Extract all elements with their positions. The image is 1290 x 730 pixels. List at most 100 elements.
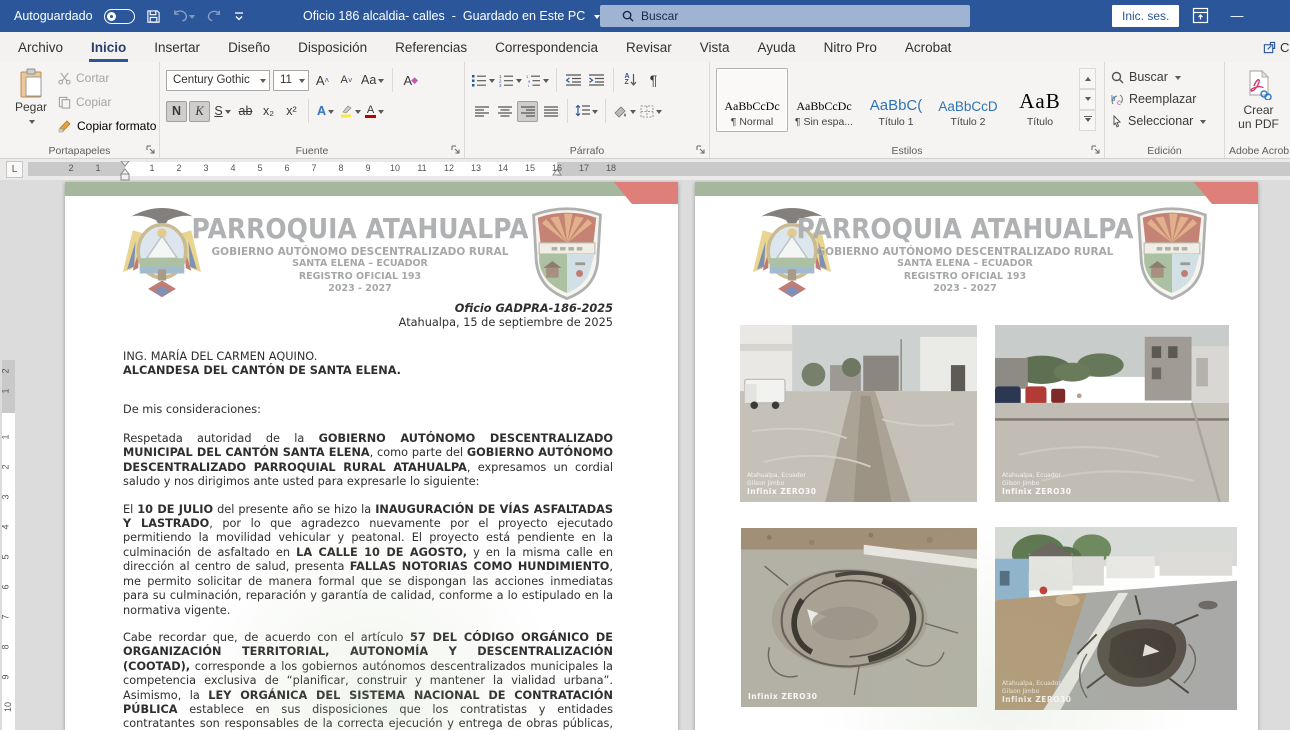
line-spacing-button[interactable] [574, 101, 599, 122]
style-sin-espaciado[interactable]: AaBbCcDc ¶ Sin espa... [788, 68, 860, 132]
sign-in-button[interactable]: Inic. ses. [1112, 5, 1179, 27]
photo-road-truck[interactable]: Atahualpa, Ecuador Gilson Jimbo Infinix … [740, 325, 977, 502]
share-button[interactable]: C [1263, 32, 1290, 62]
photo-watermark: Atahualpa, Ecuador Gilson Jimbo Infinix … [1002, 680, 1072, 704]
styles-scroll-up[interactable] [1079, 68, 1096, 89]
tab-ayuda[interactable]: Ayuda [744, 32, 810, 62]
clear-formatting-button[interactable]: A◆ [400, 70, 421, 91]
search-input[interactable]: Buscar [600, 5, 970, 27]
copy-button[interactable]: Copiar [58, 92, 156, 112]
find-button[interactable]: Buscar [1111, 66, 1220, 88]
style-preview: AaBbCcDc [724, 99, 779, 114]
redo-icon[interactable] [206, 9, 222, 23]
styles-more-button[interactable] [1079, 110, 1096, 131]
photo-street-cars[interactable]: Atahualpa, Ecuador Gilson Jimbo Infinix … [995, 325, 1229, 502]
increase-indent-button[interactable] [586, 70, 607, 91]
change-case-button[interactable]: Aa [360, 70, 385, 91]
bold-button[interactable]: N [166, 101, 187, 122]
horizontal-ruler[interactable]: 21123456789101112131415161718 [28, 162, 1290, 176]
photo-pothole-closeup[interactable]: Infinix ZERO30 [741, 528, 977, 707]
style-normal[interactable]: AaBbCcDc ¶ Normal [716, 68, 788, 132]
shrink-font-button[interactable]: A˅ [336, 70, 357, 91]
text-effects-button[interactable]: A [315, 101, 336, 122]
paragraph-dialog-launcher[interactable] [695, 144, 706, 155]
letter-body[interactable]: Oficio GADPRA-186-2025 Atahualpa, 15 de … [123, 302, 613, 730]
replace-button[interactable]: bc Reemplazar [1111, 88, 1220, 110]
styles-scroll-down[interactable] [1079, 89, 1096, 110]
page-2[interactable]: PARROQUIA ATAHUALPA GOBIERNO AUTÓNOMO DE… [695, 182, 1258, 730]
multilevel-list-button[interactable]: 1ai [525, 70, 550, 91]
styles-dialog-launcher[interactable] [1090, 144, 1101, 155]
paragraph-2[interactable]: El 10 DE JULIO del presente año se hizo … [123, 503, 613, 618]
shading-button[interactable] [612, 101, 637, 122]
font-size-select[interactable]: 11 [273, 70, 309, 91]
underline-glyph: S [214, 104, 222, 118]
group-parrafo: 123 1ai AZ ¶ Párrafo [465, 62, 710, 158]
oficio-reference[interactable]: Oficio GADPRA-186-2025 [123, 302, 613, 316]
align-right-button[interactable] [517, 101, 538, 122]
letterhead-line3: REGISTRO OFICIAL 193 [185, 271, 535, 284]
recipient-name[interactable]: ING. MARÍA DEL CARMEN AQUINO. [123, 350, 613, 364]
save-icon[interactable] [146, 9, 161, 24]
tab-acrobat[interactable]: Acrobat [891, 32, 966, 62]
tab-archivo[interactable]: Archivo [4, 32, 77, 62]
photo-road-edge-collapse[interactable]: Atahualpa, Ecuador Gilson Jimbo Infinix … [995, 527, 1237, 710]
tab-referencias[interactable]: Referencias [381, 32, 481, 62]
borders-button[interactable] [639, 101, 663, 122]
tab-inicio[interactable]: Inicio [77, 32, 140, 62]
show-paragraph-marks-button[interactable]: ¶ [643, 70, 664, 91]
undo-icon[interactable] [172, 9, 195, 23]
align-left-button[interactable] [471, 101, 492, 122]
tab-disposicion[interactable]: Disposición [284, 32, 381, 62]
strikethrough-button[interactable]: ab [235, 101, 256, 122]
tab-vista[interactable]: Vista [686, 32, 744, 62]
sort-button[interactable]: AZ [620, 70, 641, 91]
style-titulo-2[interactable]: AaBbCcD Título 2 [932, 68, 1004, 132]
italic-button[interactable]: K [189, 101, 210, 122]
create-pdf-button[interactable]: Crear un PDF [1231, 66, 1286, 131]
font-dialog-launcher[interactable] [450, 144, 461, 155]
style-titulo-1[interactable]: AaBbC( Título 1 [860, 68, 932, 132]
font-color-button[interactable]: A [364, 101, 385, 122]
cut-button[interactable]: Cortar [58, 68, 156, 88]
bullets-button[interactable] [471, 70, 496, 91]
paste-dropdown-icon[interactable] [29, 120, 35, 127]
underline-button[interactable]: S [212, 101, 233, 122]
clipboard-dialog-launcher[interactable] [145, 144, 156, 155]
customize-qat-icon[interactable] [233, 10, 245, 22]
tab-diseno[interactable]: Diseño [214, 32, 284, 62]
style-titulo[interactable]: AaB Título [1004, 68, 1076, 132]
align-center-button[interactable] [494, 101, 515, 122]
change-case-dropdown-icon [378, 79, 384, 86]
font-family-select[interactable]: Century Gothic [166, 70, 270, 91]
format-painter-button[interactable]: Copiar formato [58, 116, 156, 136]
subscript-button[interactable]: x₂ [258, 101, 279, 122]
tab-correspondencia[interactable]: Correspondencia [481, 32, 612, 62]
paragraph-3[interactable]: Cabe recordar que, de acuerdo con el art… [123, 631, 613, 730]
salutation[interactable]: De mis consideraciones: [123, 403, 613, 417]
paragraph-1[interactable]: Respetada autoridad de la GOBIERNO AUTÓN… [123, 432, 613, 490]
page-1[interactable]: PARROQUIA ATAHUALPA GOBIERNO AUTÓNOMO DE… [65, 182, 678, 730]
justify-button[interactable] [540, 101, 561, 122]
tab-insertar[interactable]: Insertar [140, 32, 214, 62]
undo-dropdown[interactable] [189, 15, 195, 22]
grow-font-button[interactable]: A˄ [312, 70, 333, 91]
select-button[interactable]: Seleccionar [1111, 110, 1220, 132]
numbering-button[interactable]: 123 [498, 70, 523, 91]
ribbon-display-options-icon[interactable] [1192, 7, 1209, 27]
format-painter-icon [58, 119, 72, 133]
date-line[interactable]: Atahualpa, 15 de septiembre de 2025 [123, 316, 613, 330]
autosave-toggle[interactable] [104, 9, 135, 24]
document-title[interactable]: Oficio 186 alcaldia- calles - Guardado e… [303, 0, 600, 32]
tab-stop-selector[interactable]: L [6, 161, 23, 178]
vertical-ruler[interactable]: 2112345678910111213141516 [2, 360, 15, 730]
paste-button[interactable]: Pegar [8, 68, 54, 140]
letterhead-red-ribbon [614, 182, 678, 204]
recipient-title[interactable]: ALCANDESA DEL CANTÓN DE SANTA ELENA. [123, 364, 613, 378]
superscript-button[interactable]: x² [281, 101, 302, 122]
tab-nitro-pro[interactable]: Nitro Pro [810, 32, 891, 62]
decrease-indent-button[interactable] [563, 70, 584, 91]
tab-revisar[interactable]: Revisar [612, 32, 686, 62]
minimize-button[interactable]: — [1228, 6, 1246, 24]
text-highlight-button[interactable] [338, 101, 362, 122]
